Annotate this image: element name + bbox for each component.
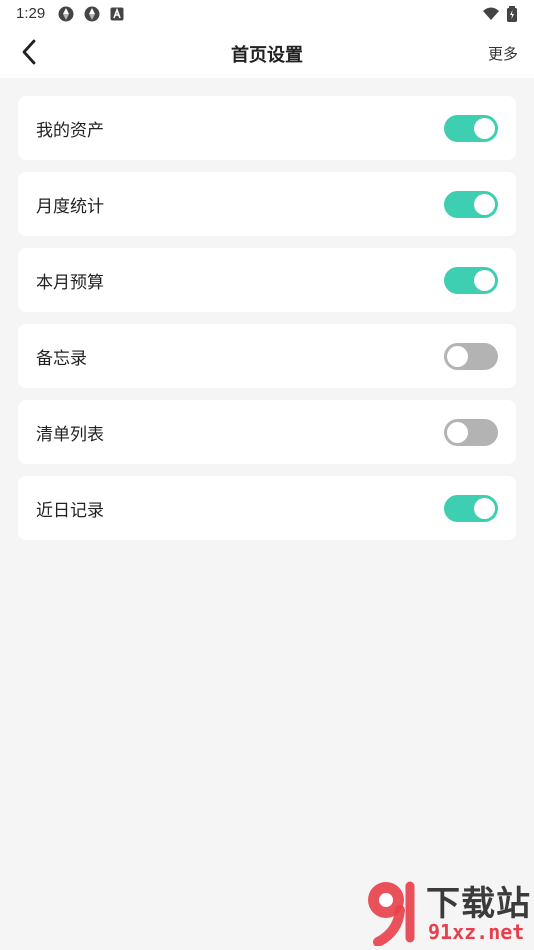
settings-list: 我的资产 月度统计 本月预算 备忘录 清单列表 近日记录 <box>18 96 516 552</box>
toggle-switch[interactable] <box>444 267 498 294</box>
setting-label: 清单列表 <box>36 425 104 445</box>
watermark-bottom-text: 91xz.net <box>428 920 525 944</box>
setting-row-monthly-stats: 月度统计 <box>18 172 516 236</box>
font-a-icon <box>110 6 126 22</box>
wifi-icon <box>482 6 499 22</box>
setting-row-monthly-budget: 本月预算 <box>18 248 516 312</box>
toggle-knob <box>474 270 495 291</box>
setting-label: 本月预算 <box>36 273 104 293</box>
status-bar: 1:29 <box>0 0 534 28</box>
setting-label: 月度统计 <box>36 197 104 217</box>
toggle-knob <box>447 346 468 367</box>
status-time: 1:29 <box>16 5 46 22</box>
battery-icon <box>506 6 522 22</box>
toggle-knob <box>474 118 495 139</box>
setting-label: 近日记录 <box>36 501 104 521</box>
watermark-logo-icon <box>368 881 415 946</box>
setting-row-checklist: 清单列表 <box>18 400 516 464</box>
toggle-switch[interactable] <box>444 495 498 522</box>
aperture-icon <box>58 6 74 22</box>
setting-row-recent-records: 近日记录 <box>18 476 516 540</box>
aperture-icon <box>84 6 100 22</box>
toggle-switch[interactable] <box>444 191 498 218</box>
toggle-knob <box>474 194 495 215</box>
toggle-knob <box>474 498 495 519</box>
page-title: 首页设置 <box>231 45 303 66</box>
watermark: 下载站 91xz.net <box>362 876 532 948</box>
watermark-top-text: 下载站 <box>426 884 531 924</box>
toggle-switch[interactable] <box>444 343 498 370</box>
toggle-switch[interactable] <box>444 115 498 142</box>
setting-label: 备忘录 <box>36 349 87 369</box>
toggle-knob <box>447 422 468 443</box>
app-header: 首页设置 更多 <box>0 28 534 78</box>
setting-label: 我的资产 <box>36 121 104 141</box>
setting-row-memo: 备忘录 <box>18 324 516 388</box>
more-button[interactable]: 更多 <box>488 43 518 64</box>
setting-row-my-assets: 我的资产 <box>18 96 516 160</box>
toggle-switch[interactable] <box>444 419 498 446</box>
